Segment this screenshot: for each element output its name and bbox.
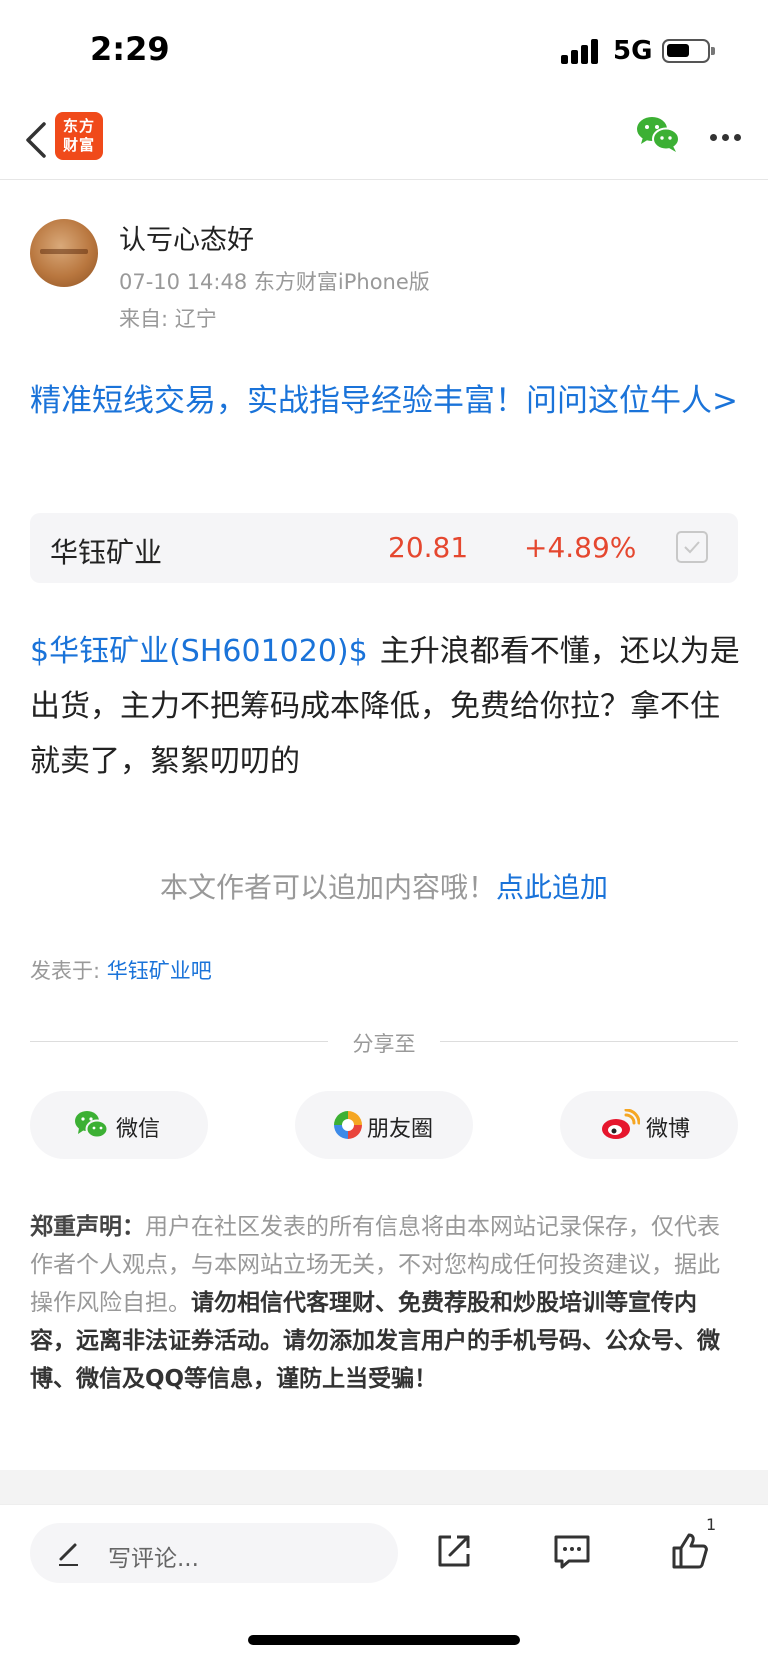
share-divider: 分享至 — [30, 1028, 738, 1068]
disclaimer: 郑重声明：用户在社区发表的所有信息将由本网站记录保存，仅代表作者个人观点，与本网… — [30, 1208, 742, 1398]
moments-icon — [334, 1111, 362, 1139]
share-wechat-button[interactable]: 微信 — [30, 1091, 208, 1159]
bottom-bar: 写评论... 1 — [0, 1504, 768, 1663]
wechat-share-icon[interactable] — [636, 114, 680, 154]
logo-text-line2: 财富 — [62, 136, 95, 154]
nav-bar: 东方 财富 — [0, 100, 768, 180]
avatar[interactable] — [30, 219, 98, 287]
add-watchlist-checkbox[interactable] — [676, 531, 708, 563]
promo-link[interactable]: 精准短线交易，实战指导经验丰富！问问这位牛人> — [30, 376, 740, 426]
like-icon[interactable] — [670, 1531, 710, 1571]
stock-card[interactable]: 华钰矿业 20.81 +4.89% — [30, 513, 738, 583]
author-name[interactable]: 认亏心态好 — [119, 218, 254, 257]
posted-in: 发表于: 华钰矿业吧 — [30, 955, 212, 985]
stock-price: 20.81 — [388, 531, 469, 564]
post-body: $华钰矿业(SH601020)$ 主升浪都看不懂，还以为是出货，主力不把筹码成本降… — [30, 624, 740, 789]
status-time: 2:29 — [90, 30, 170, 68]
share-out-icon[interactable] — [434, 1531, 474, 1571]
pencil-icon — [59, 1543, 78, 1566]
home-indicator[interactable] — [248, 1635, 520, 1645]
forum-link[interactable]: 华钰矿业吧 — [107, 959, 212, 983]
signal-icon — [561, 38, 601, 64]
post-meta: 07-10 14:48 东方财富iPhone版 — [119, 270, 430, 294]
comment-placeholder: 写评论... — [108, 1546, 199, 1572]
weibo-icon — [602, 1109, 640, 1139]
share-moments-button[interactable]: 朋友圈 — [295, 1091, 473, 1159]
section-gap — [0, 1470, 768, 1504]
share-title: 分享至 — [352, 1032, 416, 1056]
post-location: 来自: 辽宁 — [119, 307, 217, 331]
network-label: 5G — [613, 36, 653, 66]
check-icon — [684, 541, 700, 554]
append-hint: 本文作者可以追加内容哦！点此追加 — [0, 866, 768, 906]
stock-tag-link[interactable]: $华钰矿业(SH601020)$ — [30, 634, 368, 669]
stock-change: +4.89% — [524, 531, 637, 564]
app-logo[interactable]: 东方 财富 — [55, 112, 103, 160]
back-icon[interactable] — [22, 118, 52, 162]
append-hint-text: 本文作者可以追加内容哦！ — [159, 871, 496, 904]
posted-in-label: 发表于: — [30, 959, 107, 983]
append-link[interactable]: 点此追加 — [496, 871, 608, 904]
share-moments-label: 朋友圈 — [367, 1117, 434, 1142]
share-weibo-label: 微博 — [646, 1117, 691, 1142]
logo-text-line1: 东方 — [62, 117, 95, 135]
wechat-icon — [75, 1111, 108, 1139]
share-wechat-label: 微信 — [116, 1117, 161, 1142]
comment-icon[interactable] — [552, 1531, 592, 1571]
status-bar: 2:29 5G — [0, 0, 768, 100]
comment-input[interactable]: 写评论... — [30, 1523, 398, 1583]
more-icon[interactable] — [710, 134, 742, 142]
like-count: 1 — [706, 1515, 717, 1534]
battery-icon — [662, 39, 715, 63]
stock-name: 华钰矿业 — [50, 536, 163, 569]
share-weibo-button[interactable]: 微博 — [560, 1091, 738, 1159]
disclaimer-lead: 郑重声明： — [30, 1214, 145, 1240]
